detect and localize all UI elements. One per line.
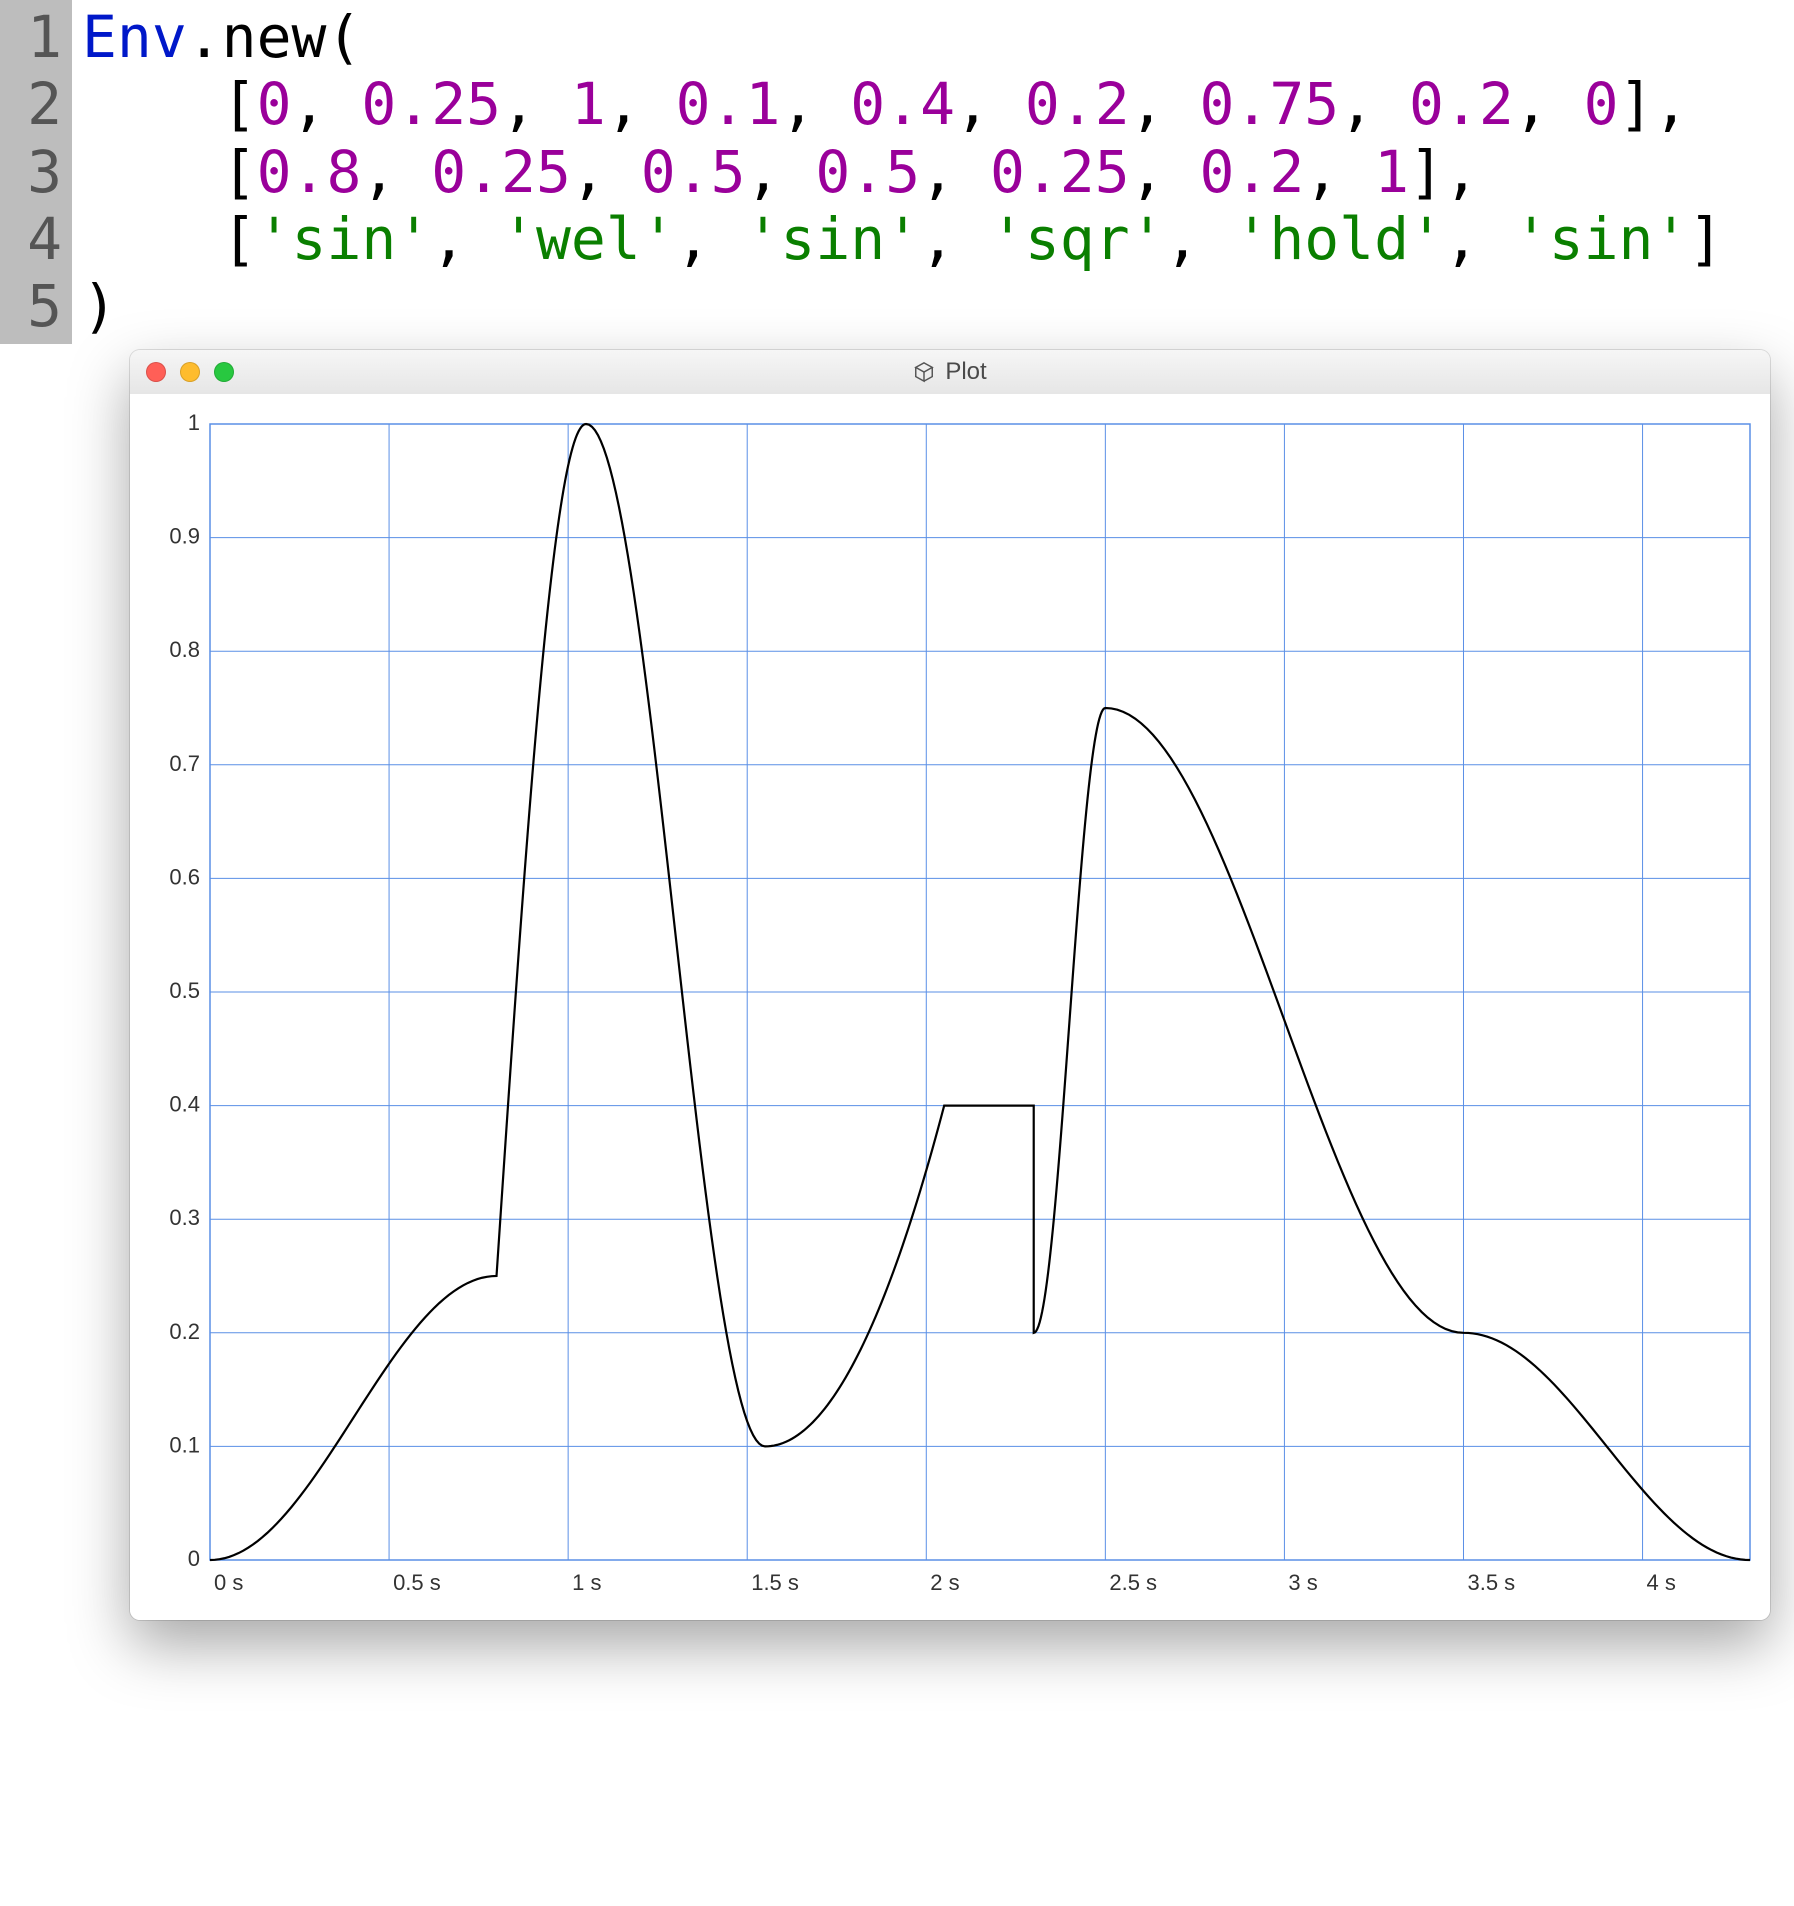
plot-window: Plot 0 0.1 0.2 0.3 0.4 0.5 0.6 0.7 0.8 0.9 1 0 s 0.5… xyxy=(130,350,1770,1620)
svg-text:0.4: 0.4 xyxy=(169,1092,200,1117)
svg-text:0 s: 0 s xyxy=(214,1570,243,1595)
svg-text:1.5 s: 1.5 s xyxy=(751,1570,799,1595)
svg-text:4 s: 4 s xyxy=(1647,1570,1676,1595)
svg-text:2 s: 2 s xyxy=(930,1570,959,1595)
code-area[interactable]: Env.new( [0, 0.25, 1, 0.1, 0.4, 0.2, 0.7… xyxy=(72,0,1723,344)
svg-text:0: 0 xyxy=(188,1546,200,1571)
svg-text:1 s: 1 s xyxy=(572,1570,601,1595)
window-titlebar[interactable]: Plot xyxy=(130,350,1770,395)
app-icon xyxy=(913,361,935,383)
svg-text:0.2: 0.2 xyxy=(169,1319,200,1344)
svg-text:0.8: 0.8 xyxy=(169,637,200,662)
svg-text:0.3: 0.3 xyxy=(169,1205,200,1230)
code-editor: 1 2 3 4 5 Env.new( [0, 0.25, 1, 0.1, 0.4… xyxy=(0,0,1794,344)
window-controls xyxy=(130,362,234,382)
svg-text:0.5 s: 0.5 s xyxy=(393,1570,441,1595)
close-icon[interactable] xyxy=(146,362,166,382)
svg-text:0.6: 0.6 xyxy=(169,864,200,889)
svg-text:2.5 s: 2.5 s xyxy=(1109,1570,1157,1595)
plot-area: 0 0.1 0.2 0.3 0.4 0.5 0.6 0.7 0.8 0.9 1 0 s 0.5 s 1 s… xyxy=(130,394,1770,1620)
svg-text:0.7: 0.7 xyxy=(169,751,200,776)
svg-text:3 s: 3 s xyxy=(1288,1570,1317,1595)
svg-text:0.5: 0.5 xyxy=(169,978,200,1003)
window-title: Plot xyxy=(945,358,986,386)
svg-text:3.5 s: 3.5 s xyxy=(1467,1570,1515,1595)
zoom-icon[interactable] xyxy=(214,362,234,382)
envelope-plot: 0 0.1 0.2 0.3 0.4 0.5 0.6 0.7 0.8 0.9 1 0 s 0.5 s 1 s… xyxy=(130,394,1770,1620)
line-number-gutter: 1 2 3 4 5 xyxy=(0,0,72,344)
svg-text:0.9: 0.9 xyxy=(169,524,200,549)
svg-text:0.1: 0.1 xyxy=(169,1432,200,1457)
minimize-icon[interactable] xyxy=(180,362,200,382)
svg-text:1: 1 xyxy=(188,410,200,435)
